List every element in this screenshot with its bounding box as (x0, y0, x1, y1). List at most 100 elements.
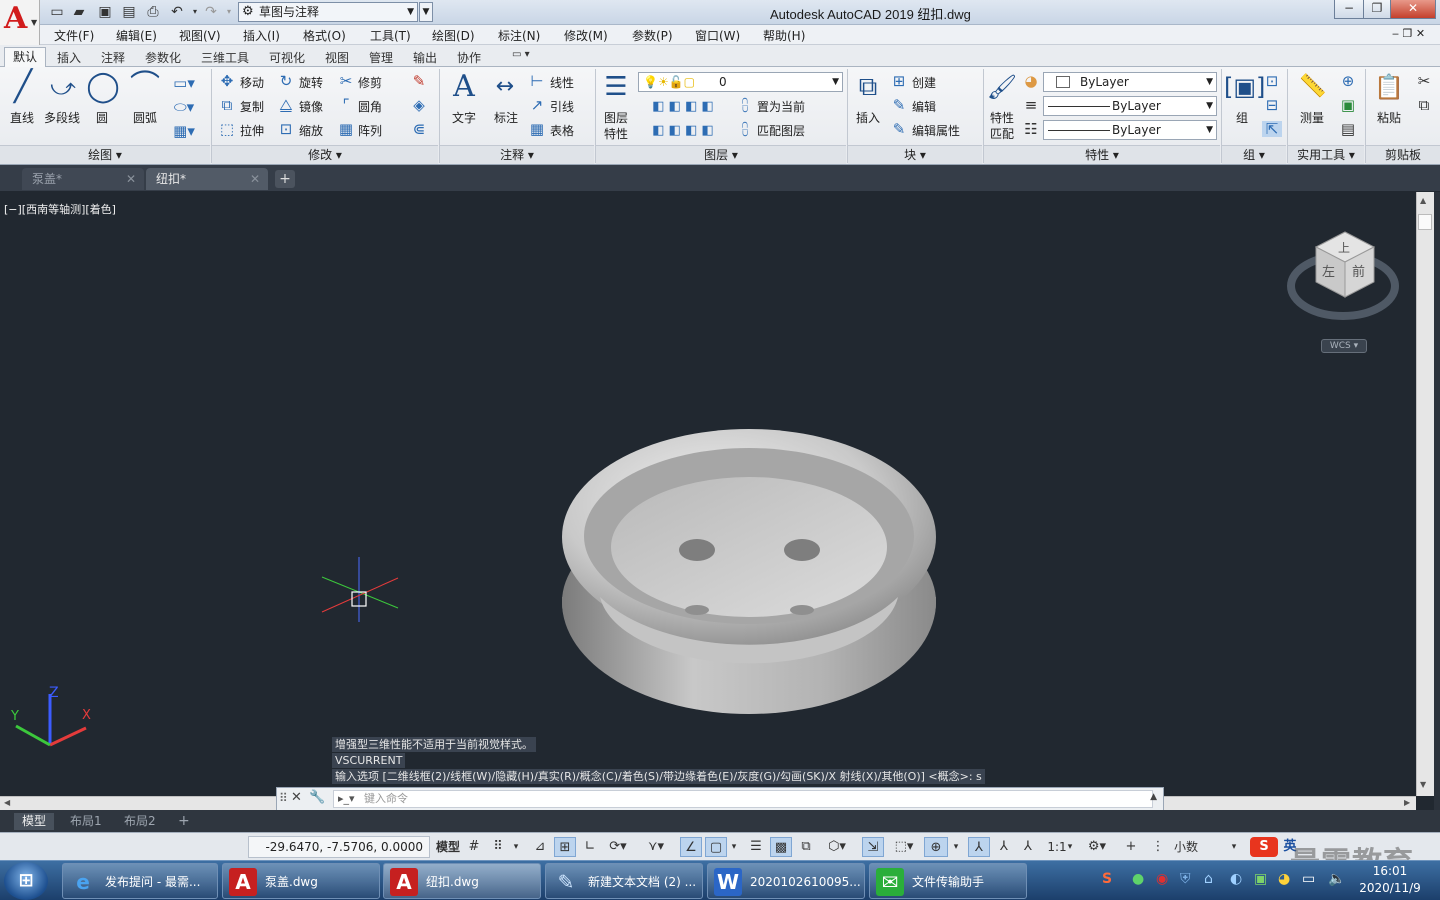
stretch-button[interactable]: 拉伸 (240, 122, 264, 139)
open-folder-icon[interactable]: ▰ (70, 3, 88, 21)
utilities-panel-title[interactable]: 实用工具 ▾ (1288, 145, 1364, 164)
measure-button-label[interactable]: 测量 (1300, 109, 1324, 126)
tab-layout2[interactable]: 布局2 (116, 813, 164, 830)
ribbon-minimize-toggle[interactable]: ▭ ▾ (512, 49, 530, 60)
taskbar-item-notepad[interactable]: ✎ 新建文本文档 (2) ... (545, 863, 703, 899)
leader-button[interactable]: 引线 (550, 98, 574, 115)
viewcube-front-face[interactable]: 前 (1352, 264, 1365, 280)
arc-tool-icon[interactable]: ⌒ (128, 71, 162, 103)
print-icon[interactable]: ⎙ (144, 3, 162, 21)
vertical-scrollbar[interactable]: ▲ ▼ (1416, 192, 1434, 796)
create-block-button[interactable]: 创建 (912, 74, 936, 91)
properties-panel-title[interactable]: 特性 ▾ (984, 145, 1220, 164)
lineweight-dropdown[interactable]: ByLayer ▼ (1043, 96, 1217, 116)
layer-tools-row2-icons[interactable]: ◧ ◧ ◧ ◧ (638, 123, 728, 139)
array-button[interactable]: 阵列 (358, 122, 382, 139)
quick-access-customize[interactable]: ▼ (419, 2, 433, 22)
group-select-icon[interactable]: ⇱ (1262, 121, 1282, 137)
taskbar-item-button-dwg[interactable]: A 纽扣.dwg (383, 863, 541, 899)
menu-draw[interactable]: 绘图(D) (432, 27, 475, 44)
cut-icon[interactable]: ✂ (1414, 73, 1434, 89)
file-tab-button[interactable]: 纽扣* ✕ (146, 168, 268, 190)
circle-button-label[interactable]: 圆 (96, 109, 108, 126)
clipboard-panel-title[interactable]: 剪贴板 (1366, 145, 1440, 164)
copy-button[interactable]: 复制 (240, 98, 264, 115)
command-prompt-icon[interactable]: ▸_▾ (338, 791, 355, 807)
point-style-icon[interactable]: ⊕ (1338, 73, 1358, 89)
table-button[interactable]: 表格 (550, 122, 574, 139)
chevron-up-icon[interactable]: ▲ (1150, 792, 1157, 802)
text-button-label[interactable]: 文字 (452, 109, 476, 126)
taskbar-item-word[interactable]: W 2020102610095... (707, 863, 865, 899)
edit-block-button[interactable]: 编辑 (912, 98, 936, 115)
menu-parametric[interactable]: 参数(P) (632, 27, 673, 44)
annotation-monitor-icon[interactable]: + (1120, 837, 1142, 857)
grid-icon[interactable]: # (464, 837, 484, 857)
viewcube-left-face[interactable]: 左 (1322, 265, 1335, 280)
layer-properties-label2[interactable]: 特性 (604, 125, 628, 142)
network-tray-icon[interactable]: ⌂ (1204, 871, 1213, 887)
offset-icon[interactable]: ⋐ (410, 121, 428, 137)
menu-dimension[interactable]: 标注(N) (498, 27, 540, 44)
dynamic-input-icon[interactable]: ⊞ (554, 837, 576, 857)
menu-edit[interactable]: 编辑(E) (116, 27, 157, 44)
match-layer-button[interactable]: 匹配图层 (757, 122, 805, 139)
paste-button-label[interactable]: 粘贴 (1377, 109, 1401, 126)
selection-cycling-icon[interactable]: ⧉ (796, 837, 816, 857)
paste-icon[interactable]: 📋 (1372, 71, 1406, 103)
units-value[interactable]: 小数 (1168, 837, 1204, 857)
annotation-scale-icon[interactable]: ⅄ (1018, 837, 1038, 857)
tab-view[interactable]: 视图 (325, 49, 349, 66)
layer-properties-label[interactable]: 图层 (604, 109, 628, 126)
wechat-tray-icon[interactable]: ● (1132, 871, 1144, 887)
explode-icon[interactable]: ◈ (410, 97, 428, 113)
tab-manage[interactable]: 管理 (369, 49, 393, 66)
chevron-down-icon[interactable]: ▾ (950, 837, 962, 857)
menu-view[interactable]: 视图(V) (179, 27, 221, 44)
group-icon[interactable]: [▣] (1224, 71, 1265, 103)
rectangle-tool-icon[interactable]: ▭▾ (172, 75, 196, 91)
tab-collaborate[interactable]: 协作 (457, 49, 481, 66)
tab-insert[interactable]: 插入 (57, 49, 81, 66)
command-input[interactable]: ▸_▾ 键入命令 (333, 790, 1153, 808)
transparency-icon[interactable]: ▩ (770, 837, 792, 857)
taskbar-item-pump-cover[interactable]: A 泵盖.dwg (222, 863, 380, 899)
save-icon[interactable]: ▣ (96, 3, 114, 21)
tray-icon[interactable]: ◐ (1230, 871, 1242, 887)
group-button-label[interactable]: 组 (1236, 109, 1248, 126)
3d-osnap-icon[interactable]: ⬡▾ (820, 837, 854, 857)
line-tool-icon[interactable]: ╱ (6, 71, 40, 103)
layer-dropdown[interactable]: 💡☀🔓▢ 0 ▼ (638, 72, 843, 92)
ungroup-icon[interactable]: ⊡ (1262, 73, 1282, 89)
match-properties-label[interactable]: 特性 (990, 109, 1014, 126)
lineweight-toggle-icon[interactable]: ☰ (746, 837, 766, 857)
viewcube-top-face[interactable]: 上 (1338, 241, 1350, 255)
annotation-panel-title[interactable]: 注释 ▾ (440, 145, 594, 164)
move-button[interactable]: 移动 (240, 74, 264, 91)
workspace-selector[interactable]: ⚙ 草图与注释 ▼ (238, 2, 418, 22)
object-snap-icon[interactable]: ▢ (705, 837, 727, 857)
menu-file[interactable]: 文件(F) (54, 27, 94, 44)
selection-filter-icon[interactable]: ⬚▾ (888, 837, 920, 857)
wrench-icon[interactable]: 🔧 (309, 790, 325, 805)
menu-insert[interactable]: 插入(I) (243, 27, 280, 44)
close-button[interactable]: ✕ (1390, 0, 1436, 19)
sogou-tray-icon[interactable]: S (1102, 871, 1112, 887)
tab-parametric[interactable]: 参数化 (145, 49, 181, 66)
tab-3d-tools[interactable]: 三维工具 (201, 49, 249, 66)
layer-properties-icon[interactable]: ☰ (600, 71, 632, 103)
auto-scale-icon[interactable]: ⅄ (994, 837, 1014, 857)
menu-modify[interactable]: 修改(M) (564, 27, 608, 44)
polyline-tool-icon[interactable]: ⤻ (46, 71, 80, 103)
circle-tool-icon[interactable]: ◯ (86, 71, 120, 103)
gradient-tool-icon[interactable]: ▦▾ (172, 123, 196, 139)
calculator-icon[interactable]: ▤ (1338, 121, 1358, 137)
fillet-button[interactable]: 圆角 (358, 98, 382, 115)
rotate-button[interactable]: 旋转 (299, 74, 323, 91)
line-button-label[interactable]: 直线 (10, 109, 34, 126)
maximize-button[interactable]: ❐ (1363, 0, 1391, 19)
close-icon[interactable]: ✕ (250, 168, 260, 190)
tab-default[interactable]: 默认 (4, 47, 46, 67)
redo-icon[interactable]: ↷ (202, 3, 220, 21)
linetype-dropdown[interactable]: ByLayer ▼ (1043, 120, 1217, 140)
